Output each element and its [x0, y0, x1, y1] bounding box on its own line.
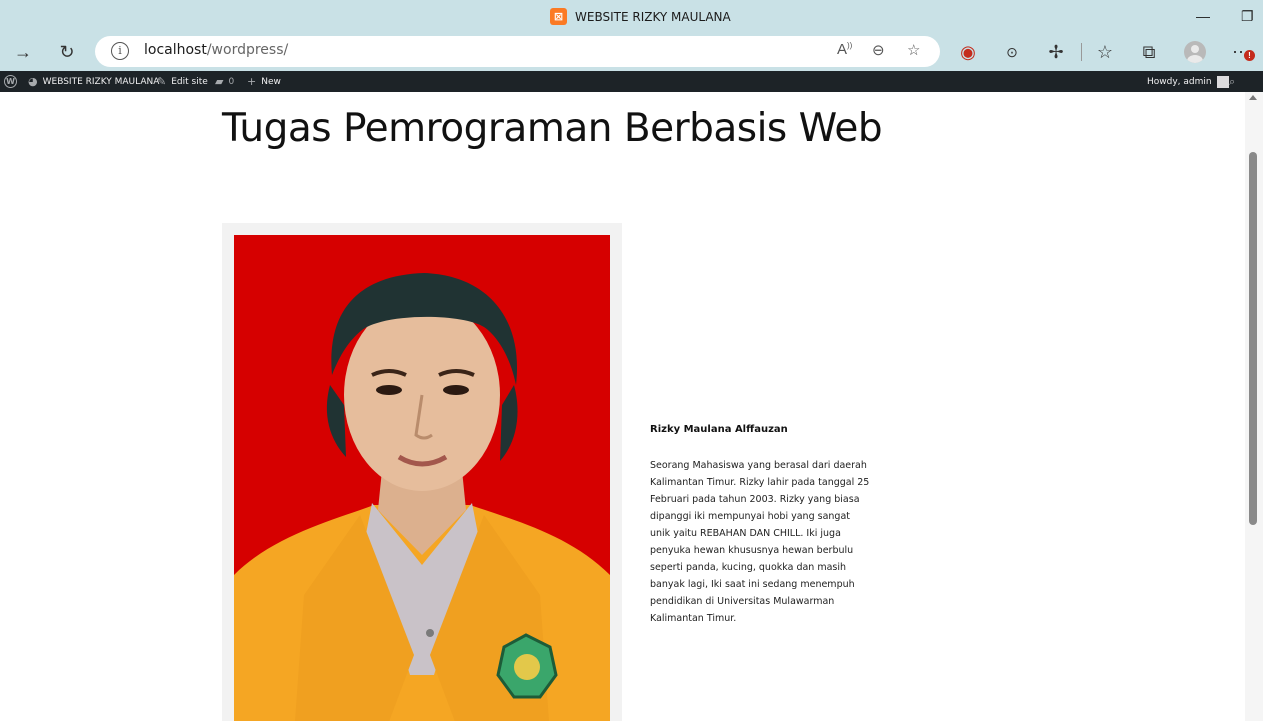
forward-arrow-icon[interactable]: → — [11, 40, 35, 64]
wp-logo-menu[interactable]: W — [4, 71, 17, 92]
edit-site-label: Edit site — [171, 76, 208, 87]
favorites-icon[interactable]: ☆ — [1093, 40, 1117, 64]
site-name-menu[interactable]: ◕ WEBSITE RIZKY MAULANA — [28, 71, 159, 92]
author-name: Rizky Maulana Alffauzan — [650, 424, 788, 435]
my-account-menu[interactable]: Howdy, admin — [1147, 71, 1229, 92]
browser-titlebar: ⊠ WEBSITE RIZKY MAULANA — ❐ — [0, 0, 1263, 33]
page-content: Tugas Pemrograman Berbasis Web Rizky Mau… — [0, 92, 1245, 721]
collections-icon[interactable]: ⧉ — [1137, 40, 1161, 64]
brush-icon: ✎ — [157, 75, 167, 88]
scroll-up-arrow-icon[interactable] — [1249, 95, 1257, 100]
wordpress-logo-icon: W — [4, 75, 17, 88]
minimize-icon[interactable]: — — [1196, 8, 1210, 24]
zoom-out-icon[interactable]: ⊖ — [872, 41, 885, 59]
site-info-icon[interactable]: i — [111, 42, 129, 60]
extension-face-icon[interactable]: ⊙ — [1000, 40, 1024, 64]
admin-avatar — [1216, 75, 1229, 88]
add-favorite-icon[interactable]: ☆ — [907, 41, 920, 59]
notification-badge: ! — [1244, 50, 1255, 61]
refresh-icon[interactable]: ↻ — [55, 40, 79, 64]
profile-avatar[interactable] — [1183, 40, 1207, 64]
wp-admin-bar: W ◕ WEBSITE RIZKY MAULANA ✎ Edit site ▰ 0 +… — [0, 71, 1263, 92]
url-path: /wordpress/ — [206, 42, 289, 58]
browser-toolbar: → ↻ i localhost/wordpress/ A)) ⊖ ☆ ◉ ⊙ ✢… — [0, 33, 1263, 71]
extensions-puzzle-icon[interactable]: ✢ — [1044, 40, 1068, 64]
new-label: New — [261, 76, 281, 87]
comments-link[interactable]: ▰ 0 — [215, 71, 234, 92]
comment-bubble-icon: ▰ — [215, 75, 224, 88]
edit-site-link[interactable]: ✎ Edit site — [157, 71, 208, 92]
site-name-label: WEBSITE RIZKY MAULANA — [42, 76, 160, 87]
howdy-label: Howdy, admin — [1147, 76, 1212, 87]
xampp-favicon-icon: ⊠ — [550, 8, 567, 25]
new-content-menu[interactable]: + New — [247, 71, 281, 92]
profile-icon — [1184, 41, 1206, 63]
page-scrollbar[interactable] — [1245, 92, 1263, 721]
profile-photo-frame — [222, 223, 622, 721]
url-host: localhost — [144, 42, 207, 58]
window-title: ⊠ WEBSITE RIZKY MAULANA — [550, 8, 731, 25]
author-bio: Seorang Mahasiswa yang berasal dari daer… — [650, 460, 870, 624]
tracking-prevention-icon[interactable]: ◉ — [956, 40, 980, 64]
comments-count: 0 — [228, 76, 235, 87]
profile-photo — [234, 235, 610, 721]
toolbar-separator — [1081, 43, 1082, 61]
address-bar[interactable]: i localhost/wordpress/ A)) ⊖ ☆ — [95, 36, 940, 67]
post-title: Tugas Pemrograman Berbasis Web — [222, 106, 883, 151]
read-aloud-icon[interactable]: A)) — [837, 41, 852, 58]
dashboard-icon: ◕ — [28, 75, 38, 88]
url-text[interactable]: localhost/wordpress/ — [144, 42, 288, 58]
portrait-illustration — [234, 235, 610, 721]
window-title-text: WEBSITE RIZKY MAULANA — [575, 9, 731, 24]
plus-icon: + — [247, 75, 257, 88]
admin-search-icon[interactable]: ⌕ — [1229, 71, 1235, 92]
magnifier-icon: ⌕ — [1229, 74, 1236, 88]
scrollbar-thumb[interactable] — [1249, 152, 1257, 525]
restore-icon[interactable]: ❐ — [1241, 8, 1254, 25]
